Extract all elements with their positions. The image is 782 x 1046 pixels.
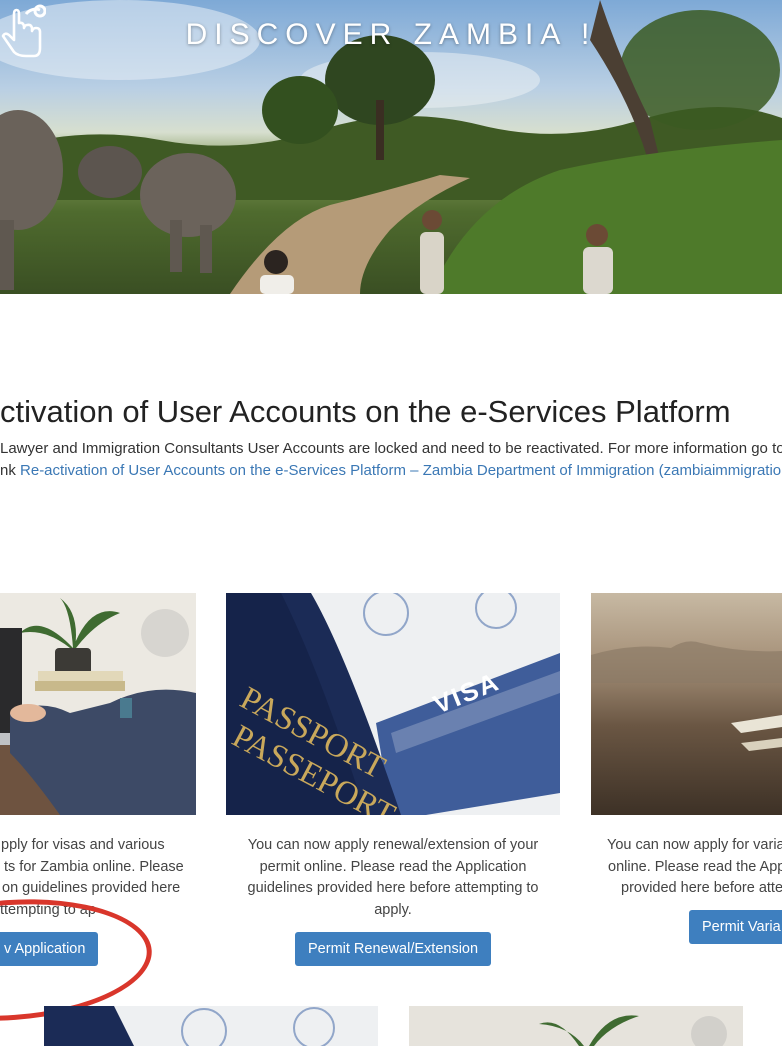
card-2-description: You can now apply renewal/extension of y…	[247, 837, 539, 918]
bottom-card-image-laptop	[409, 1006, 743, 1046]
card-3-description: You can now apply for varia online. Plea…	[607, 837, 782, 896]
notice-text-prefix: nk	[0, 462, 21, 479]
new-application-button[interactable]: v Application	[0, 932, 99, 966]
notice-text-line-2: nk Re-activation of User Accounts on the…	[0, 462, 782, 479]
permit-variation-button[interactable]: Permit Varia	[689, 910, 782, 944]
card-image-landscape-plane	[591, 593, 782, 815]
card-image-laptop	[0, 593, 196, 815]
notice-text-line-1: Lawyer and Immigration Consultants User …	[0, 440, 782, 457]
card-image-passport-visa: PASSPORT PASSEPORT VISA	[226, 593, 560, 815]
permit-renewal-extension-button[interactable]: Permit Renewal/Extension	[295, 932, 492, 966]
bottom-card-image-passport	[44, 1006, 378, 1046]
reactivation-link[interactable]: Re-activation of User Accounts on the e-…	[20, 462, 782, 479]
notice-title: ctivation of User Accounts on the e-Serv…	[0, 394, 731, 429]
swipe-hand-icon	[1, 4, 46, 58]
hero-banner: DISCOVER ZAMBIA !	[0, 0, 782, 294]
card-1-description: pply for visas and various ts for Zambia…	[0, 837, 184, 918]
hero-title: DISCOVER ZAMBIA !	[185, 18, 597, 51]
